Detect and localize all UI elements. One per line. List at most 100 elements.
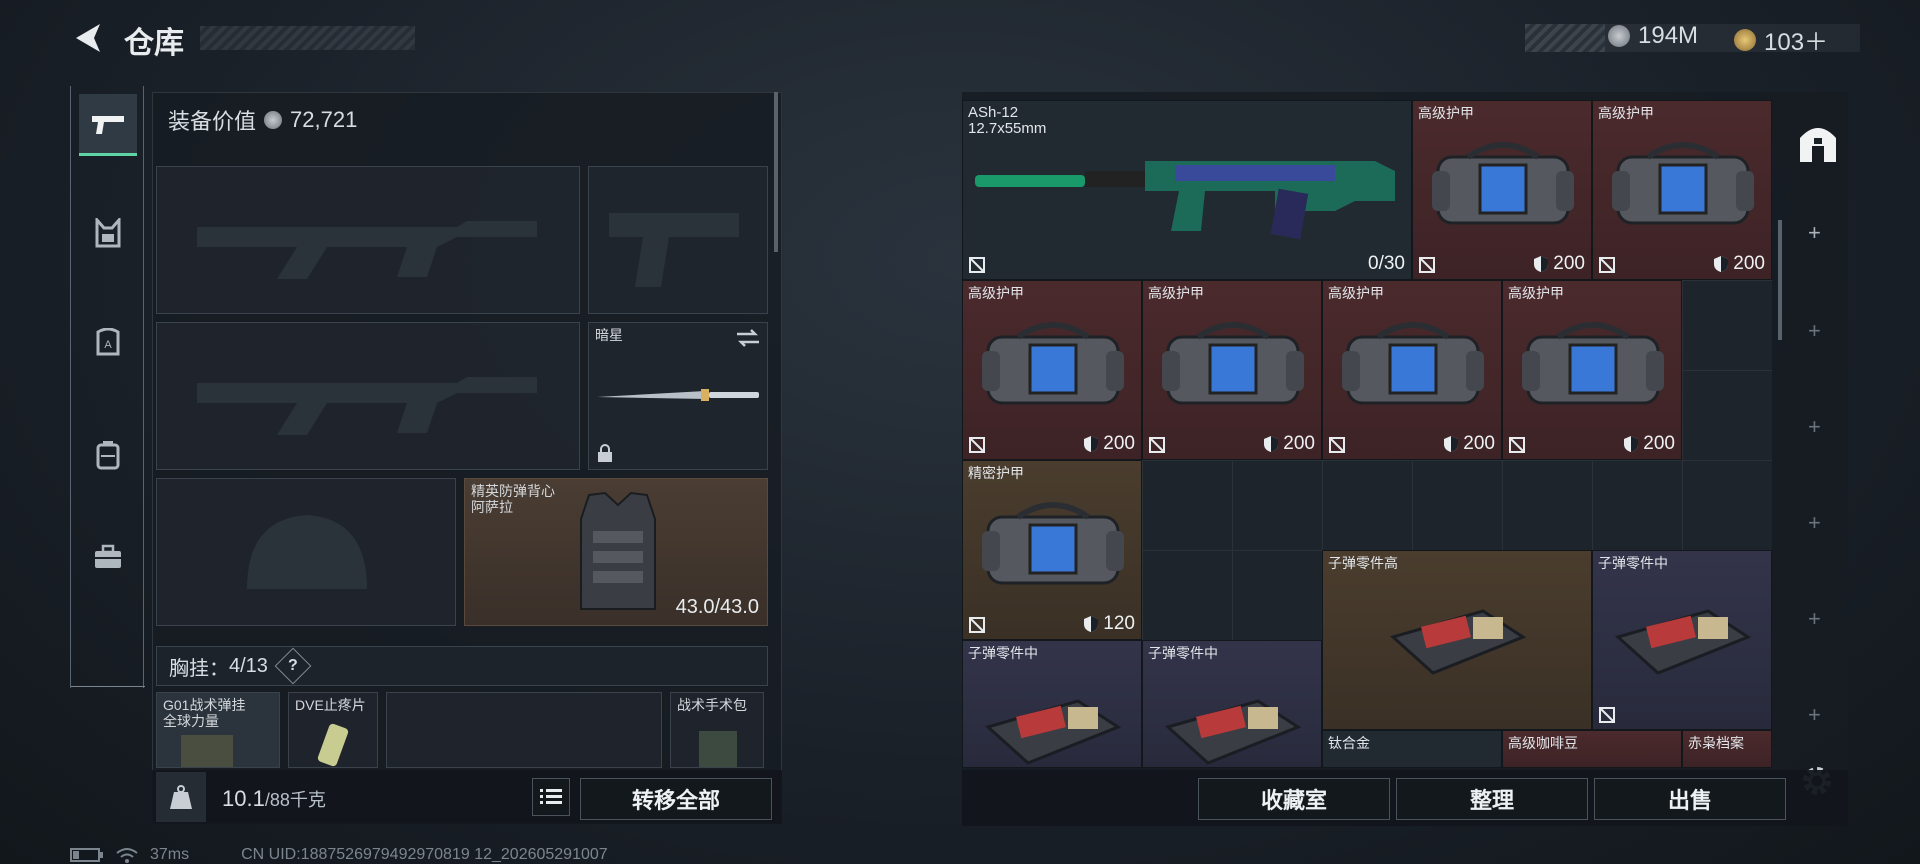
shield-icon xyxy=(1264,436,1279,452)
ammo-parts-icon xyxy=(1338,757,1488,768)
knife-icon xyxy=(597,389,759,401)
item-durability-value: 200 xyxy=(1283,433,1315,454)
organize-button[interactable]: 整理 xyxy=(1396,778,1588,820)
wifi-icon xyxy=(116,848,138,863)
chest-item-slot[interactable]: G01战术弹挂 全球力量 xyxy=(156,692,280,768)
stash-item[interactable]: 高级咖啡豆 xyxy=(1502,730,1682,768)
sidearm-slot[interactable] xyxy=(588,166,768,314)
tab-case[interactable] xyxy=(79,526,137,588)
melee-slot[interactable]: 暗星 xyxy=(588,322,768,470)
stash-item-rifle[interactable]: ASh-12 12.7x55mm 0/30 xyxy=(962,100,1412,280)
weight-icon xyxy=(170,785,192,809)
stash-item[interactable]: 高级护甲 200 xyxy=(1502,280,1682,460)
stash-item[interactable]: 赤枭档案 xyxy=(1682,730,1772,768)
armor-bag-icon xyxy=(1162,322,1304,405)
stash-tabs: + + + + + + xyxy=(1786,92,1848,768)
stash-tab-main[interactable] xyxy=(1796,122,1840,166)
stash-item[interactable]: 子弹零件高 xyxy=(1322,550,1592,730)
chest-item-slot[interactable]: DVE止疼片 xyxy=(288,692,378,768)
lock-icon xyxy=(598,444,612,462)
body-armor-icon xyxy=(580,491,656,610)
add-stash-tab-button[interactable]: + xyxy=(1808,220,1821,246)
painkiller-icon xyxy=(317,723,349,767)
armor-bag-icon xyxy=(1522,322,1664,405)
stash-item[interactable]: 钛合金 xyxy=(1322,730,1502,768)
tab-backpack[interactable] xyxy=(79,424,137,486)
chest-rig-icon xyxy=(95,218,121,248)
stash-item[interactable]: 子弹零件中 xyxy=(1142,640,1322,768)
item-name: 子弹零件中 xyxy=(968,645,1038,661)
pistol-silhouette-icon xyxy=(609,213,739,287)
swap-icon[interactable] xyxy=(735,327,761,349)
item-durability: 200 xyxy=(1263,433,1315,455)
item-name: 精密护甲 xyxy=(968,465,1024,481)
stash-item[interactable]: 高级护甲 200 xyxy=(1322,280,1502,460)
ammo-parts-icon xyxy=(1518,757,1668,768)
loadout-scrollbar[interactable] xyxy=(774,92,778,252)
add-stash-tab-button[interactable]: + xyxy=(1808,702,1821,728)
ping-value: 37ms xyxy=(150,846,190,863)
shield-icon xyxy=(1444,436,1459,452)
collection-room-button[interactable]: 收藏室 xyxy=(1198,778,1390,820)
shield-icon xyxy=(1534,256,1549,272)
list-view-button[interactable] xyxy=(532,778,570,816)
vest-durability: 43.0/43.0 xyxy=(675,596,759,618)
shield-icon xyxy=(1624,436,1639,452)
no-insurance-icon xyxy=(969,617,985,633)
no-insurance-icon xyxy=(1599,707,1615,723)
add-stash-tab-button[interactable]: + xyxy=(1808,510,1821,536)
tab-weapons[interactable] xyxy=(79,94,137,156)
add-stash-tab-button[interactable]: + xyxy=(1808,318,1821,344)
stash-item[interactable]: 高级护甲 200 xyxy=(1142,280,1322,460)
briefcase-icon xyxy=(95,544,121,568)
item-name: 子弹零件中 xyxy=(1598,555,1668,571)
tab-armor[interactable]: A xyxy=(79,312,137,374)
chest-item-name: DVE止疼片 xyxy=(295,697,366,713)
carry-weight: 10.1/88千克 xyxy=(222,786,326,812)
gold-amount: 103＋ xyxy=(1764,29,1829,56)
item-name: 子弹零件中 xyxy=(1148,645,1218,661)
stash-item[interactable]: 高级护甲 200 xyxy=(962,280,1142,460)
weight-badge xyxy=(156,772,206,822)
ammo-parts-icon xyxy=(1682,757,1772,768)
no-insurance-icon xyxy=(1419,257,1435,273)
transfer-all-button[interactable]: 转移全部 xyxy=(580,778,772,820)
tab-chest-rig[interactable] xyxy=(79,202,137,264)
add-stash-tab-button[interactable]: + xyxy=(1808,414,1821,440)
item-name: 高级护甲 xyxy=(1598,105,1654,121)
add-stash-tab-button[interactable]: + xyxy=(1808,606,1821,632)
ammo-parts-icon xyxy=(984,699,1122,765)
carry-weight-current: 10.1 xyxy=(222,786,265,811)
secondary-weapon-slot[interactable] xyxy=(156,322,580,470)
item-durability-value: 200 xyxy=(1103,433,1135,454)
currency-gold[interactable]: 103＋ xyxy=(1734,22,1828,57)
stash-item[interactable]: 精密护甲 120 xyxy=(962,460,1142,640)
no-insurance-icon xyxy=(1329,437,1345,453)
chest-item-slot[interactable]: 战术手术包 xyxy=(670,692,764,768)
chest-rig-header: 胸挂： 4/13 ? xyxy=(156,646,768,686)
gold-coin-icon xyxy=(1734,28,1756,51)
player-uid: CN UID:1887526979492970819 12_2026052910… xyxy=(241,846,608,863)
back-button[interactable] xyxy=(70,18,110,58)
title-decoration xyxy=(200,26,415,50)
stash-item[interactable]: 子弹零件中 xyxy=(1592,550,1772,730)
stash-item[interactable]: 子弹零件中 xyxy=(962,640,1142,768)
sell-button[interactable]: 出售 xyxy=(1594,778,1786,820)
stash-item[interactable]: 高级护甲 200 xyxy=(1592,100,1772,280)
assault-rifle-icon xyxy=(975,161,1395,240)
no-insurance-icon xyxy=(969,257,985,273)
body-armor-slot[interactable]: 精英防弹背心 阿萨拉 43.0/43.0 xyxy=(464,478,768,626)
item-name: 高级护甲 xyxy=(1148,285,1204,301)
help-button[interactable]: ? xyxy=(274,647,312,685)
status-bar: 37ms CN UID:1887526979492970819 12_20260… xyxy=(70,846,608,864)
chest-item-slot-empty[interactable] xyxy=(386,692,662,768)
helmet-slot[interactable] xyxy=(156,478,456,626)
helmet-silhouette-icon xyxy=(247,515,367,589)
help-icon: ? xyxy=(288,657,298,674)
stash-item[interactable]: 高级护甲 200 xyxy=(1412,100,1592,280)
rifle-silhouette-icon xyxy=(197,221,537,279)
stash-scrollbar[interactable] xyxy=(1778,220,1782,340)
armor-bag-icon xyxy=(1432,142,1574,225)
primary-weapon-slot[interactable] xyxy=(156,166,580,314)
item-name: 高级护甲 xyxy=(1508,285,1564,301)
